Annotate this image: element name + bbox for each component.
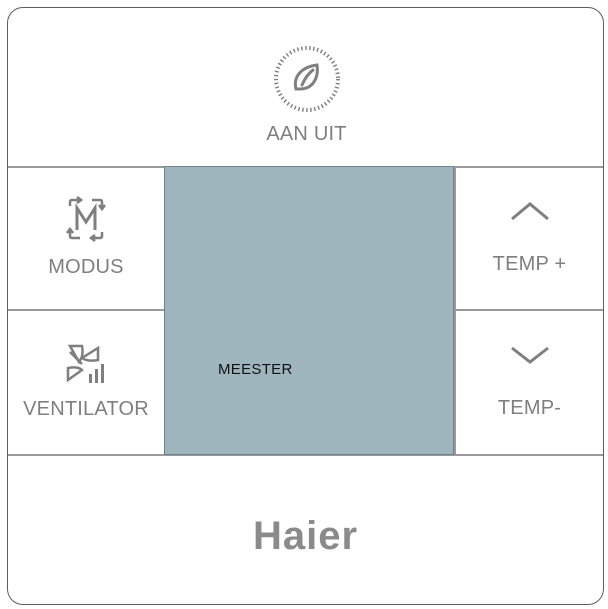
temp-up-button[interactable]: TEMP +	[454, 166, 603, 309]
display-text: MEESTER	[218, 361, 293, 378]
brand-logo: Haier	[252, 514, 359, 558]
power-button[interactable]: AAN UIT	[8, 8, 603, 166]
mode-button[interactable]: MODUS	[8, 166, 164, 309]
lcd-display: MEESTER	[164, 166, 454, 455]
fan-label: VENTILATOR	[23, 398, 149, 420]
mode-label: MODUS	[48, 256, 124, 278]
temp-down-button[interactable]: TEMP-	[454, 309, 603, 454]
temp-up-label: TEMP +	[492, 253, 567, 275]
fan-speed-icon	[66, 344, 104, 383]
eco-leaf-power-icon	[273, 45, 340, 112]
fan-button[interactable]: VENTILATOR	[8, 309, 164, 454]
chevron-down-icon	[510, 346, 549, 364]
chevron-up-icon	[510, 202, 549, 221]
mode-m-cycle-icon	[66, 196, 106, 242]
temp-down-label: TEMP-	[497, 397, 562, 419]
power-label: AAN UIT	[266, 122, 347, 145]
thermostat-panel: AAN UIT MODUS VENTILATOR TEMP + TEMP- ME…	[7, 7, 604, 605]
